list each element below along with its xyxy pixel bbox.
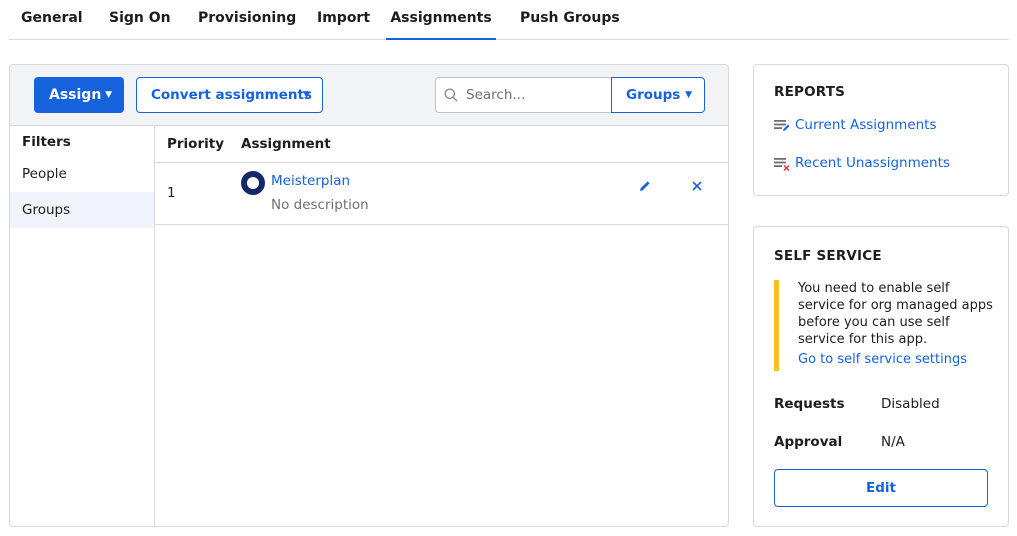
- reports-card: REPORTS Current Assignments Recent Unass…: [753, 64, 1009, 196]
- assignments-panel: Assign ▼ Convert assignments ▼ Groups ▼ …: [9, 64, 729, 527]
- self-service-notice: You need to enable self service for org …: [774, 280, 993, 371]
- approval-label: Approval: [774, 434, 843, 450]
- tab-provisioning[interactable]: Provisioning: [198, 0, 296, 40]
- requests-value: Disabled: [881, 396, 940, 412]
- convert-assignments-button[interactable]: Convert assignments ▼: [136, 77, 323, 113]
- tab-general[interactable]: General: [21, 0, 83, 40]
- assignments-table: Priority Assignment 1 Meisterplan No des…: [155, 126, 728, 526]
- tab-import[interactable]: Import: [317, 0, 370, 40]
- assignment-description: No description: [271, 197, 369, 213]
- search-scope-dropdown[interactable]: Groups ▼: [611, 77, 705, 113]
- column-priority: Priority: [167, 136, 224, 152]
- self-service-title: SELF SERVICE: [774, 248, 882, 264]
- approval-value: N/A: [881, 434, 905, 450]
- assignment-name-link[interactable]: Meisterplan: [271, 173, 350, 189]
- search-input[interactable]: [466, 78, 606, 112]
- group-icon: [241, 171, 265, 195]
- tab-assignments[interactable]: Assignments: [386, 0, 496, 40]
- report-list-icon: [774, 120, 790, 131]
- self-service-card: SELF SERVICE You need to enable self ser…: [753, 226, 1009, 527]
- filter-groups[interactable]: Groups: [10, 192, 154, 228]
- row-priority: 1: [167, 185, 176, 201]
- table-header: Priority Assignment: [155, 126, 728, 163]
- report-remove-icon: [774, 158, 790, 171]
- caret-down-icon: ▼: [105, 90, 112, 100]
- requests-label: Requests: [774, 396, 845, 412]
- assign-button[interactable]: Assign ▼: [34, 77, 124, 113]
- table-row: 1 Meisterplan No description: [155, 163, 728, 225]
- tab-push-groups[interactable]: Push Groups: [520, 0, 620, 40]
- search-box: [435, 77, 611, 113]
- filter-people[interactable]: People: [10, 156, 154, 192]
- search-scope-label: Groups: [626, 87, 681, 103]
- assign-button-label: Assign: [49, 87, 102, 103]
- recent-unassignments-label: Recent Unassignments: [795, 155, 950, 171]
- search-icon: [444, 88, 458, 102]
- close-icon[interactable]: [690, 179, 704, 193]
- filters-sidebar: Filters People Groups: [10, 126, 155, 526]
- caret-down-icon: ▼: [685, 90, 692, 100]
- reports-title: REPORTS: [774, 84, 846, 100]
- tab-bar: General Sign On Provisioning Import Assi…: [9, 0, 1009, 40]
- assignments-toolbar: Assign ▼ Convert assignments ▼ Groups ▼: [10, 65, 728, 126]
- self-service-notice-text: You need to enable self service for org …: [798, 281, 993, 347]
- edit-button[interactable]: Edit: [774, 469, 988, 507]
- self-service-settings-link[interactable]: Go to self service settings: [798, 352, 990, 367]
- convert-assignments-label: Convert assignments: [151, 87, 312, 103]
- caret-down-icon: ▼: [303, 90, 310, 100]
- column-assignment: Assignment: [241, 136, 331, 152]
- pencil-icon[interactable]: [638, 179, 652, 193]
- filters-title: Filters: [22, 134, 71, 150]
- current-assignments-label: Current Assignments: [795, 117, 937, 133]
- tab-sign-on[interactable]: Sign On: [109, 0, 171, 40]
